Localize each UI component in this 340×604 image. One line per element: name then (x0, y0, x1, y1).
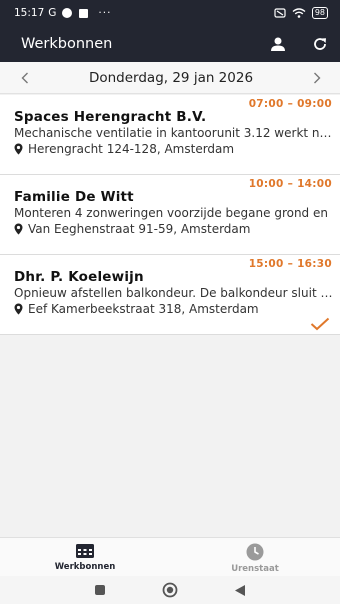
recents-icon[interactable] (94, 584, 106, 596)
job-card[interactable]: 07:00 – 09:00 Spaces Herengracht B.V. Me… (0, 95, 340, 175)
bottom-navigation: Werkbonnen Urenstaat (0, 537, 340, 576)
chevron-right-icon (314, 72, 321, 83)
app-bar: Werkbonnen (0, 26, 340, 62)
date-selector: Donderdag, 29 jan 2026 (0, 62, 340, 94)
battery-icon: 98 (311, 7, 328, 19)
notification-icon (62, 8, 73, 18)
status-bar: 15:17 G ··· 98 (0, 0, 340, 26)
nav-werkbonnen[interactable]: Werkbonnen (0, 538, 170, 576)
job-address: Van Eeghenstraat 91-59, Amsterdam (28, 222, 251, 236)
system-navigation-bar (0, 576, 340, 604)
person-icon[interactable] (270, 37, 286, 51)
job-customer: Dhr. P. Koelewijn (14, 269, 144, 285)
job-address-row: Herengracht 124-128, Amsterdam (14, 142, 234, 156)
app-notification-icon (79, 8, 89, 18)
back-icon[interactable] (234, 584, 246, 597)
status-overflow: ··· (98, 7, 112, 19)
job-description: Opnieuw afstellen balkondeur. De balkond… (14, 286, 334, 300)
refresh-icon[interactable] (312, 36, 328, 52)
status-carrier: G (48, 7, 57, 19)
nav-urenstaat[interactable]: Urenstaat (170, 538, 340, 576)
job-card[interactable]: 10:00 – 14:00 Familie De Witt Monteren 4… (0, 175, 340, 255)
home-icon[interactable] (162, 582, 178, 598)
job-description: Monteren 4 zonweringen voorzijde begane … (14, 206, 328, 220)
status-time: 15:17 (14, 7, 45, 19)
job-time: 15:00 – 16:30 (248, 258, 332, 270)
job-address: Herengracht 124-128, Amsterdam (28, 142, 235, 156)
chevron-left-icon (21, 72, 28, 83)
job-customer: Spaces Herengracht B.V. (14, 109, 207, 125)
next-day-button[interactable] (310, 68, 324, 88)
location-pin-icon (14, 223, 23, 235)
nav-urenstaat-label: Urenstaat (231, 564, 279, 574)
previous-day-button[interactable] (18, 68, 32, 88)
current-date: Donderdag, 29 jan 2026 (88, 69, 254, 86)
job-customer: Familie De Witt (14, 189, 134, 205)
job-time: 07:00 – 09:00 (248, 98, 332, 110)
job-list: 07:00 – 09:00 Spaces Herengracht B.V. Me… (0, 95, 340, 335)
vibrate-icon (274, 8, 286, 18)
checkmark-icon (310, 317, 330, 331)
job-description: Mechanische ventilatie in kantoorunit 3.… (14, 126, 334, 140)
clock-icon (246, 543, 264, 561)
job-card[interactable]: 15:00 – 16:30 Dhr. P. Koelewijn Opnieuw … (0, 255, 340, 335)
job-time: 10:00 – 14:00 (248, 178, 332, 190)
location-pin-icon (14, 303, 23, 315)
page-title: Werkbonnen (21, 36, 113, 52)
job-address: Eef Kamerbeekstraat 318, Amsterdam (28, 302, 259, 316)
job-address-row: Van Eeghenstraat 91-59, Amsterdam (14, 222, 250, 236)
job-address-row: Eef Kamerbeekstraat 318, Amsterdam (14, 302, 259, 316)
nav-werkbonnen-label: Werkbonnen (54, 562, 116, 572)
location-pin-icon (14, 143, 23, 155)
calendar-icon (76, 544, 94, 558)
wifi-icon (292, 8, 306, 18)
